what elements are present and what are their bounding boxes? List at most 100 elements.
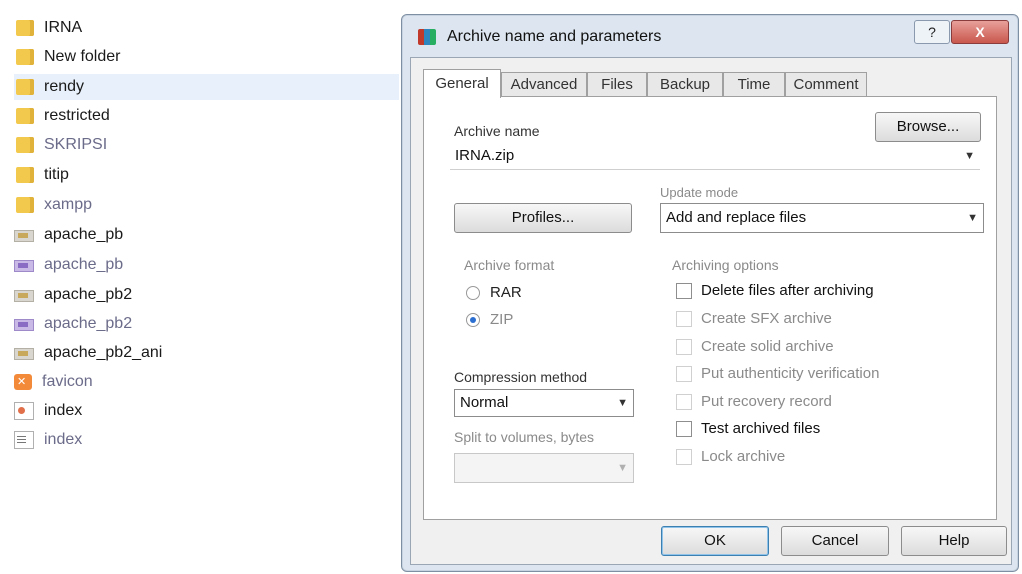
tab-comment[interactable]: Comment	[785, 72, 867, 97]
file-name: SKRIPSI	[44, 136, 108, 153]
radio-zip[interactable]: ZIP	[466, 311, 513, 328]
option-label: Delete files after archiving	[701, 282, 874, 299]
archive-name-combo[interactable]: IRNA.zip ▼	[450, 143, 980, 170]
option-solid-archive[interactable]: Create solid archive	[676, 338, 834, 355]
chevron-down-icon: ▼	[617, 462, 628, 474]
list-item[interactable]: index	[14, 398, 399, 424]
png-file-icon	[14, 319, 34, 331]
file-name: New folder	[44, 48, 121, 65]
list-item[interactable]: apache_pb2	[14, 282, 399, 308]
folder-icon	[16, 20, 34, 36]
help-button[interactable]: Help	[901, 526, 1007, 556]
file-name: index	[44, 402, 83, 419]
gif-file-icon	[14, 290, 34, 302]
folder-icon	[16, 49, 34, 65]
list-item[interactable]: SKRIPSI	[14, 132, 399, 158]
file-name: apache_pb2	[44, 286, 133, 303]
option-authenticity[interactable]: Put authenticity verification	[676, 365, 879, 382]
dialog-title: Archive name and parameters	[447, 28, 662, 45]
radio-rar-label: RAR	[490, 284, 522, 301]
chevron-down-icon[interactable]: ▼	[967, 204, 978, 232]
chevron-down-icon[interactable]: ▼	[964, 143, 975, 169]
split-volumes-combo[interactable]: ▼	[454, 453, 634, 483]
winrar-app-icon	[418, 29, 436, 45]
ok-button[interactable]: OK	[661, 526, 769, 556]
option-label: Create SFX archive	[701, 310, 832, 327]
checkbox[interactable]	[676, 365, 692, 382]
folder-icon	[16, 108, 34, 124]
profiles-button[interactable]: Profiles...	[454, 203, 632, 233]
list-item[interactable]: apache_pb	[14, 222, 399, 248]
file-name: IRNA	[44, 19, 83, 36]
update-mode-select[interactable]: Add and replace files ▼	[660, 203, 984, 233]
update-mode-label: Update mode	[660, 185, 739, 200]
list-item[interactable]: xampp	[14, 192, 399, 218]
list-item[interactable]: New folder	[14, 44, 399, 70]
chevron-down-icon[interactable]: ▼	[617, 390, 628, 416]
checkbox[interactable]	[676, 393, 692, 410]
file-name: apache_pb2	[44, 315, 133, 332]
option-test-archived[interactable]: Test archived files	[676, 420, 820, 437]
file-name: titip	[44, 166, 69, 183]
file-name: xampp	[44, 196, 93, 213]
file-name: apache_pb	[44, 256, 124, 273]
dialog-client-area: General Advanced Files Backup Time Comme…	[410, 57, 1012, 565]
png-file-icon	[14, 260, 34, 272]
option-lock-archive[interactable]: Lock archive	[676, 448, 785, 465]
file-name: restricted	[44, 107, 110, 124]
archiving-options-label: Archiving options	[672, 257, 779, 273]
option-delete-files[interactable]: Delete files after archiving	[676, 282, 874, 299]
help-title-button[interactable]: ?	[914, 20, 950, 44]
option-label: Lock archive	[701, 448, 786, 465]
split-volumes-label: Split to volumes, bytes	[454, 429, 595, 445]
list-item[interactable]: IRNA	[14, 15, 399, 41]
file-name: apache_pb2_ani	[44, 344, 163, 361]
tab-time[interactable]: Time	[723, 72, 785, 97]
archive-dialog: Archive name and parameters ? X General …	[401, 14, 1019, 572]
html-file-icon	[14, 402, 34, 420]
list-item[interactable]: titip	[14, 162, 399, 188]
folder-icon	[16, 137, 34, 153]
option-label: Put authenticity verification	[701, 365, 880, 382]
checkbox[interactable]	[676, 338, 692, 355]
radio-rar[interactable]: RAR	[466, 284, 522, 301]
folder-icon	[16, 197, 34, 213]
dialog-titlebar[interactable]: Archive name and parameters ? X	[402, 15, 1018, 55]
list-item[interactable]: index	[14, 427, 399, 453]
file-name: index	[44, 431, 83, 448]
list-item[interactable]: restricted	[14, 103, 399, 129]
cancel-button[interactable]: Cancel	[781, 526, 889, 556]
list-item[interactable]: favicon	[14, 369, 399, 395]
compression-method-label: Compression method	[454, 369, 588, 385]
radio-button-selected[interactable]	[466, 312, 480, 327]
checkbox[interactable]	[676, 310, 692, 327]
text-file-icon	[14, 431, 34, 449]
compression-method-value: Normal	[460, 394, 509, 411]
tab-advanced[interactable]: Advanced	[501, 72, 587, 97]
tab-general[interactable]: General	[423, 69, 501, 98]
list-item[interactable]: apache_pb2_ani	[14, 340, 399, 366]
list-item[interactable]: apache_pb2	[14, 311, 399, 337]
archive-name-label: Archive name	[454, 123, 540, 139]
tab-files[interactable]: Files	[587, 72, 647, 97]
file-name: apache_pb	[44, 226, 124, 243]
checkbox[interactable]	[676, 420, 692, 437]
option-label: Test archived files	[701, 420, 821, 437]
option-create-sfx[interactable]: Create SFX archive	[676, 310, 832, 327]
close-button[interactable]: X	[951, 20, 1009, 44]
gif-file-icon	[14, 230, 34, 242]
browse-button[interactable]: Browse...	[875, 112, 981, 142]
list-item[interactable]: apache_pb	[14, 252, 399, 278]
tab-backup[interactable]: Backup	[647, 72, 723, 97]
radio-button[interactable]	[466, 285, 480, 300]
option-label: Put recovery record	[701, 393, 832, 410]
option-label: Create solid archive	[701, 338, 834, 355]
list-item-selected[interactable]: rendy	[14, 74, 399, 100]
option-recovery-record[interactable]: Put recovery record	[676, 393, 832, 410]
folder-icon	[16, 79, 34, 95]
archive-format-label: Archive format	[464, 257, 555, 273]
compression-method-select[interactable]: Normal ▼	[454, 389, 634, 417]
checkbox[interactable]	[676, 448, 692, 465]
general-tab-panel: Archive name Browse... IRNA.zip ▼ Update…	[423, 96, 997, 520]
checkbox[interactable]	[676, 282, 692, 299]
